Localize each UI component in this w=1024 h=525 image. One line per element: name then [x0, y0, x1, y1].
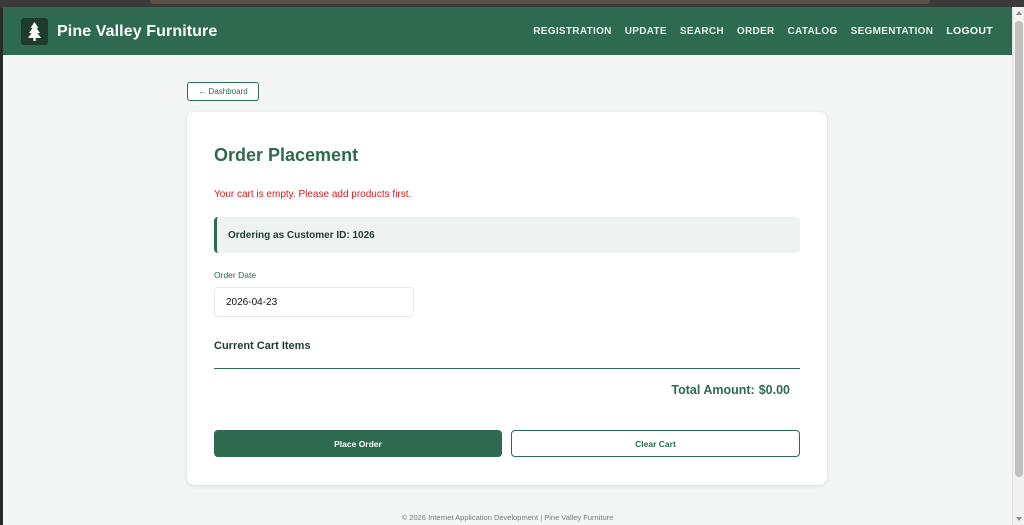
window-top-strip-inner: [150, 0, 930, 4]
brand[interactable]: Pine Valley Furniture: [21, 18, 217, 45]
nav-link-segmentation[interactable]: SEGMENTATION: [851, 26, 934, 37]
total-label: Total Amount:: [671, 383, 755, 397]
place-order-button[interactable]: Place Order: [214, 430, 502, 457]
nav-links: REGISTRATION UPDATE SEARCH ORDER CATALOG…: [520, 7, 993, 55]
scroll-down-arrow-icon[interactable]: [1016, 517, 1022, 521]
cart-divider: [214, 368, 800, 369]
nav-link-search[interactable]: SEARCH: [680, 26, 724, 37]
customer-info-box: Ordering as Customer ID: 1026: [214, 217, 800, 253]
page-title: Order Placement: [214, 145, 359, 165]
pine-tree-icon: [21, 18, 48, 45]
total-value: $0.00: [758, 383, 790, 397]
page-footer: © 2026 Internet Application Development …: [401, 513, 614, 522]
nav-link-logout[interactable]: LOGOUT: [946, 25, 993, 37]
scroll-up-arrow-icon[interactable]: [1016, 11, 1022, 15]
order-date-input[interactable]: 2026-04-23: [214, 287, 414, 317]
vertical-scrollbar[interactable]: [1012, 7, 1024, 525]
nav-link-catalog[interactable]: CATALOG: [788, 26, 838, 37]
clear-cart-button[interactable]: Clear Cart: [511, 430, 800, 457]
order-placement-card: Order Placement Your cart is empty. Plea…: [187, 112, 827, 485]
back-to-dashboard-button[interactable]: ← Dashboard: [187, 82, 259, 101]
brand-name: Pine Valley Furniture: [57, 22, 218, 40]
total-amount: Total Amount: $0.00: [671, 383, 790, 397]
empty-cart-error: Your cart is empty. Please add products …: [214, 189, 412, 200]
scrollbar-thumb[interactable]: [1015, 21, 1023, 477]
nav-link-order[interactable]: ORDER: [737, 26, 775, 37]
browser-viewport: Pine Valley Furniture REGISTRATION UPDAT…: [3, 7, 1012, 525]
top-navbar: Pine Valley Furniture REGISTRATION UPDAT…: [3, 7, 1012, 55]
nav-link-update[interactable]: UPDATE: [625, 26, 667, 37]
customer-id-label: Ordering as Customer ID: 1026: [228, 229, 375, 241]
cart-items-title: Current Cart Items: [214, 340, 311, 352]
nav-link-registration[interactable]: REGISTRATION: [533, 26, 611, 37]
order-date-label: Order Date: [214, 270, 257, 280]
